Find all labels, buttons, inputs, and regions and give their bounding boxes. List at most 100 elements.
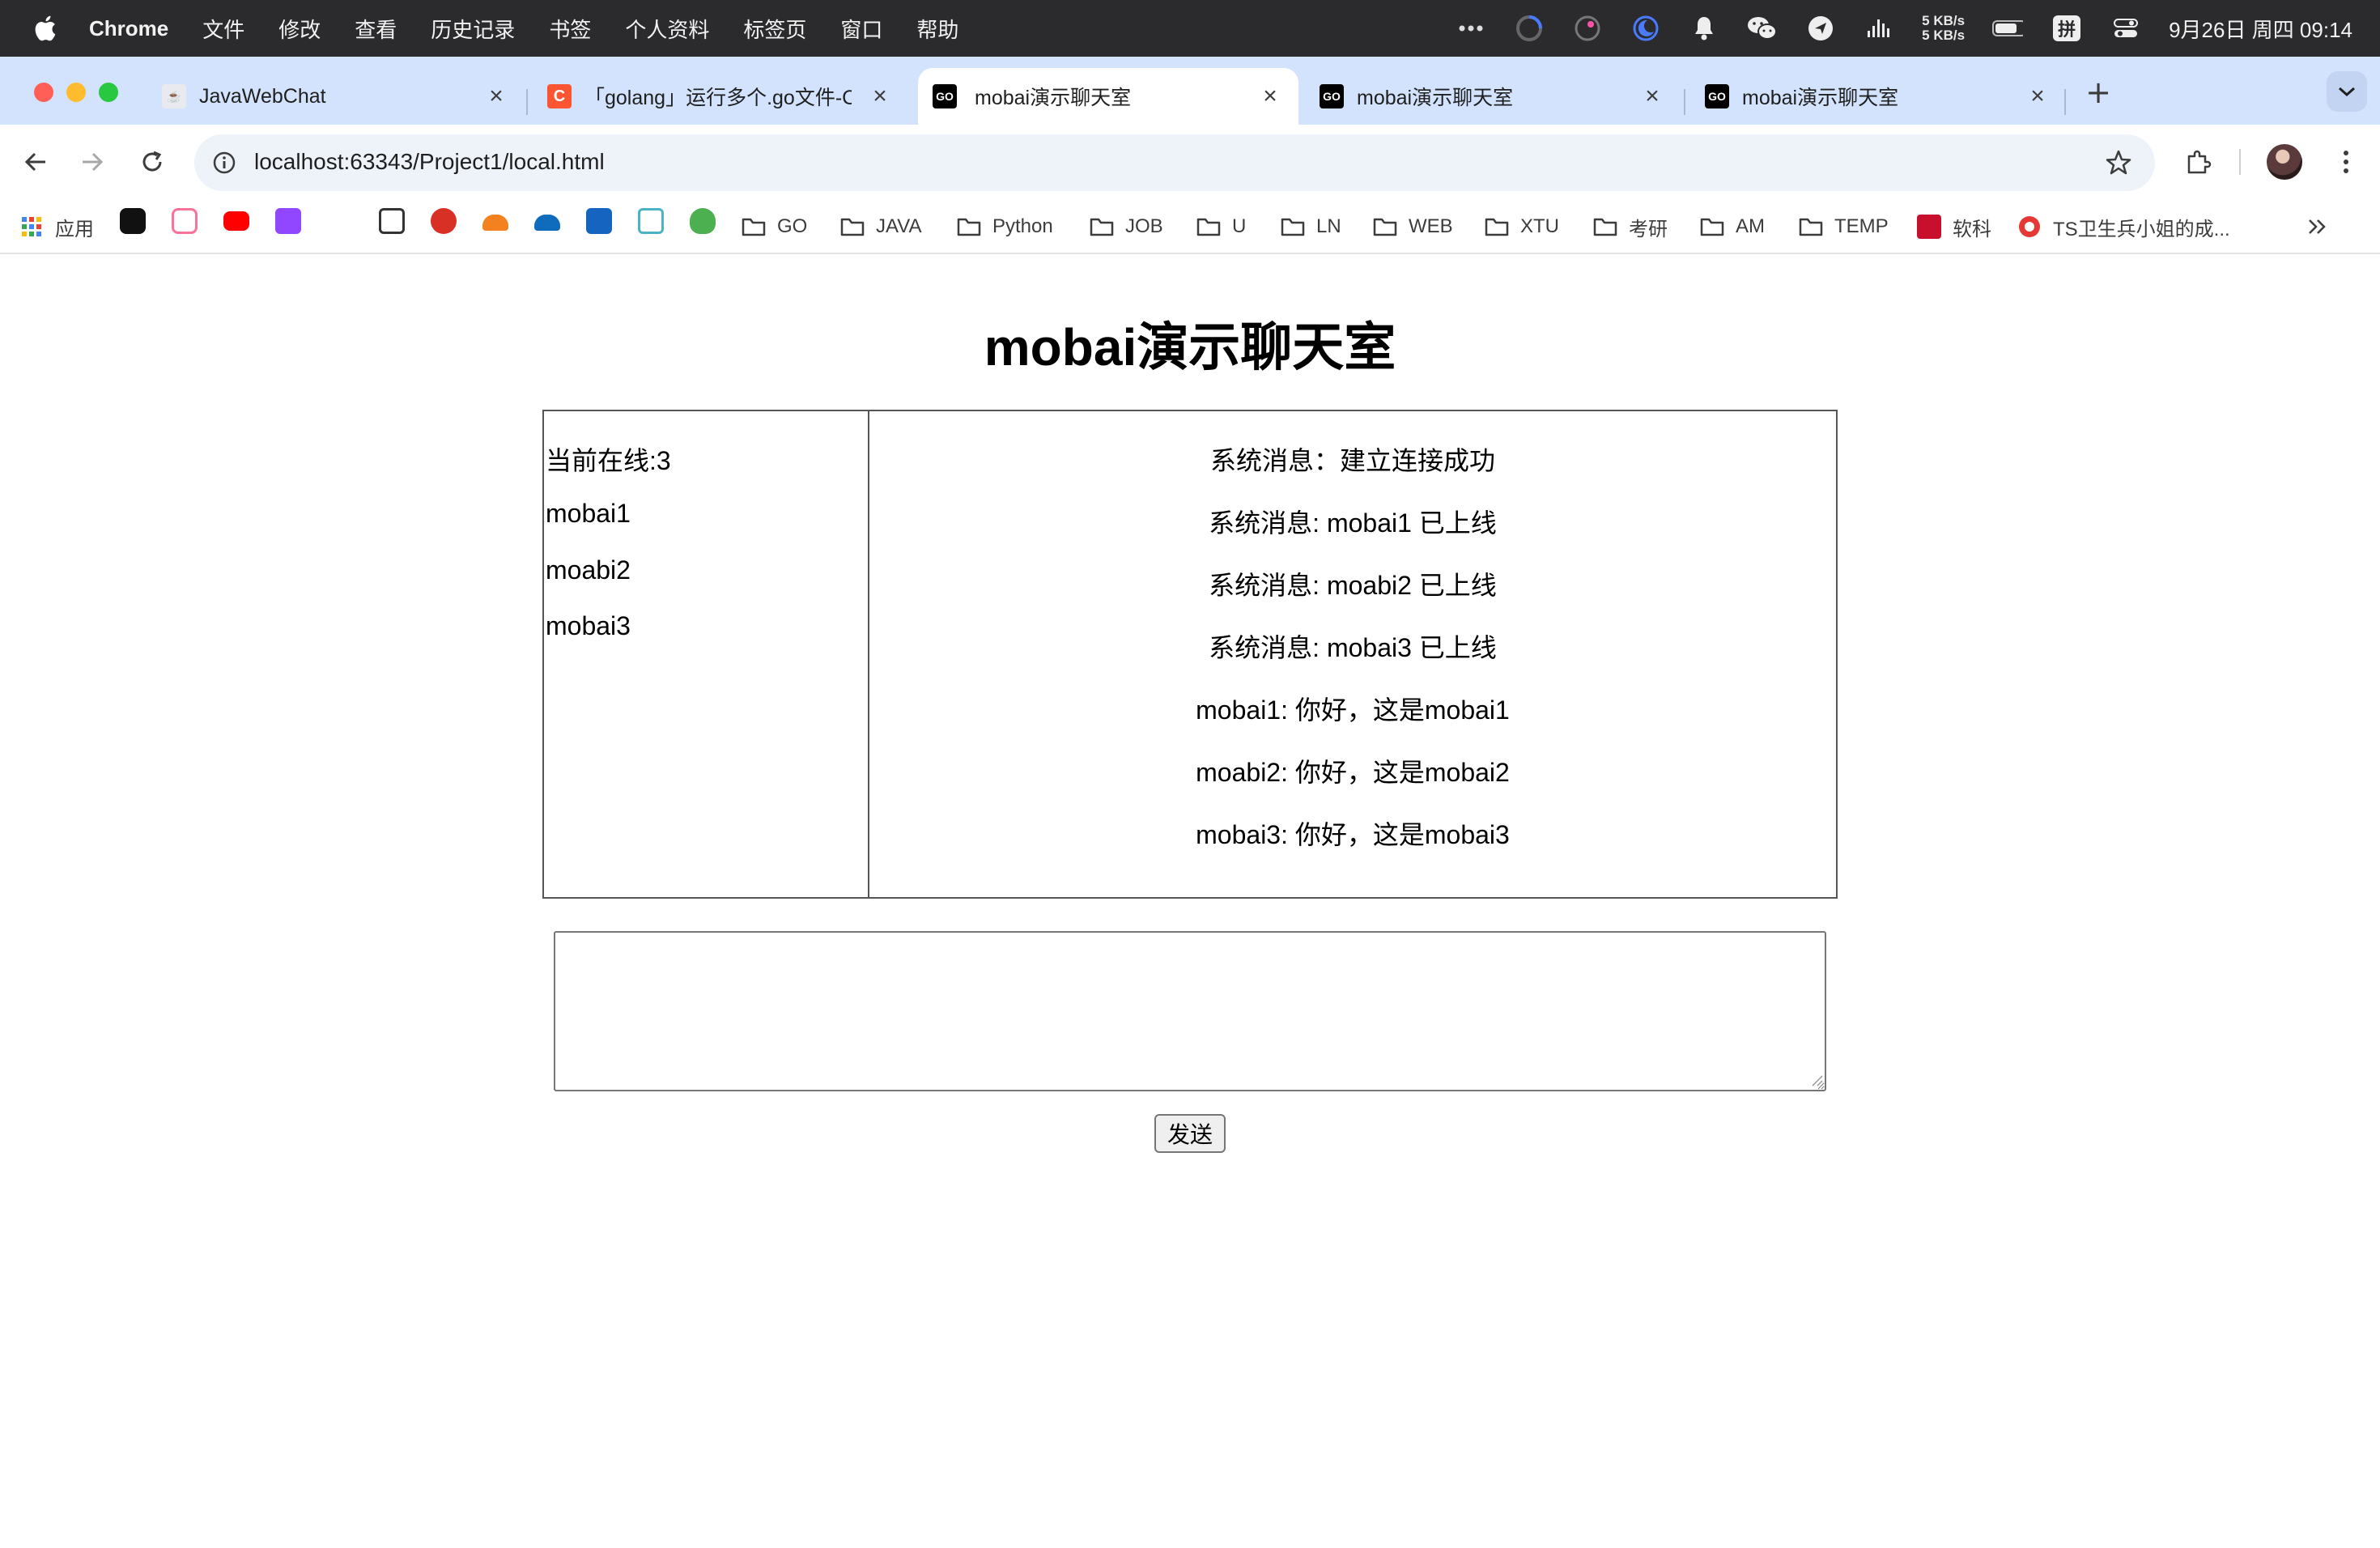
input-method-indicator[interactable]: 拼	[2051, 13, 2083, 44]
twitch-bookmark-icon[interactable]	[275, 208, 301, 234]
tab-mobai-chat-3[interactable]: GO mobai演示聊天室 ×	[1705, 68, 2051, 125]
bookmark-apps-label: 应用	[55, 218, 94, 240]
bookmark-folder-u[interactable]: U	[1196, 212, 1246, 241]
bilibili-bookmark-icon[interactable]	[172, 208, 198, 234]
site-info-icon[interactable]	[209, 147, 240, 178]
tab-close-icon[interactable]: ×	[1638, 83, 1666, 110]
onedrive-bookmark-icon[interactable]	[534, 215, 560, 231]
bookmark-folder-label: AM	[1736, 215, 1765, 237]
wechat-icon[interactable]	[1747, 13, 1778, 44]
ts-medic-icon	[2017, 215, 2042, 239]
folder-icon	[1593, 215, 1617, 239]
battery-icon[interactable]	[1992, 13, 2024, 44]
forward-arrow-icon[interactable]	[71, 141, 113, 183]
bell-icon[interactable]	[1689, 13, 1719, 44]
menu-file[interactable]: 文件	[202, 14, 244, 44]
message-input[interactable]	[554, 931, 1826, 1091]
bookmark-folder-python[interactable]: Python	[957, 212, 1053, 241]
bookmark-star-icon[interactable]	[2103, 147, 2134, 178]
online-user: mobai3	[546, 611, 631, 640]
toolbar-separator	[2239, 149, 2241, 175]
audio-bars-icon[interactable]	[1864, 13, 1894, 44]
menu-profile[interactable]: 个人资料	[625, 14, 709, 44]
window-close-button[interactable]	[34, 83, 53, 102]
tab-mobai-chat-active[interactable]: GO mobai演示聊天室 ×	[918, 68, 1298, 125]
tab-mobai-chat-2[interactable]: GO mobai演示聊天室 ×	[1320, 68, 1666, 125]
message-item: 系统消息: mobai1 已上线	[1209, 508, 1497, 538]
tab-golang-article[interactable]: C 「golang」运行多个.go文件-C ×	[547, 68, 894, 125]
bookmark-folder-label: XTU	[1520, 215, 1559, 237]
menu-app-chrome[interactable]: Chrome	[89, 16, 168, 41]
pi-bookmark-icon[interactable]	[431, 208, 457, 234]
folder-icon	[1281, 215, 1305, 239]
cloudflare-bookmark-icon[interactable]	[482, 215, 508, 231]
bookmark-folder-go[interactable]: GO	[742, 212, 807, 241]
focus-ring-icon[interactable]	[1572, 13, 1603, 44]
bookmark-folder-xtu[interactable]: XTU	[1485, 212, 1559, 241]
bookmark-folder-label: U	[1232, 215, 1247, 237]
send-arrow-icon[interactable]	[1805, 13, 1836, 44]
status-tray: 5 KB/s 5 KB/s 拼 9月26日 周四 09:14	[1456, 0, 2352, 57]
bookmark-ts-medic[interactable]: TS卫生兵小姐的成...	[2017, 212, 2230, 241]
menu-help[interactable]: 帮助	[916, 14, 958, 44]
bookmarks-overflow-chevron-icon[interactable]	[2307, 212, 2328, 241]
tab-close-icon[interactable]: ×	[866, 83, 894, 110]
folder-icon	[742, 215, 766, 239]
bookmark-folder-label: 考研	[1629, 218, 1668, 240]
tab-close-icon[interactable]: ×	[2024, 83, 2051, 110]
tab-close-icon[interactable]: ×	[482, 83, 510, 110]
leaf-bookmark-icon[interactable]	[690, 208, 716, 234]
message-item: moabi2: 你好，这是mobai2	[1196, 758, 1510, 787]
moon-ring-icon[interactable]	[1630, 13, 1661, 44]
bookmark-folder-java[interactable]: JAVA	[840, 212, 921, 241]
bookmark-folder-label: TEMP	[1834, 215, 1889, 237]
window-zoom-button[interactable]	[99, 83, 118, 102]
loading-ring-icon[interactable]	[1514, 13, 1545, 44]
network-speed: 5 KB/s 5 KB/s	[1922, 14, 1965, 43]
tab-title: mobai演示聊天室	[975, 87, 1132, 109]
openai-bookmark-icon[interactable]	[120, 208, 146, 234]
d-app-bookmark-icon[interactable]	[379, 208, 405, 234]
bookmark-folder-web[interactable]: WEB	[1373, 212, 1453, 241]
bookmark-folder-am[interactable]: AM	[1700, 212, 1765, 241]
bookmark-folder-label: LN	[1316, 215, 1341, 237]
extensions-puzzle-icon[interactable]	[2178, 141, 2220, 183]
online-user: mobai1	[546, 499, 631, 528]
resize-grip-icon[interactable]	[1810, 1074, 1823, 1087]
url-text[interactable]: localhost:63343/Project1/local.html	[254, 149, 605, 175]
back-arrow-icon[interactable]	[15, 141, 57, 183]
tab-search-chevron-icon[interactable]	[2327, 71, 2367, 112]
message-list: 系统消息：建立连接成功 系统消息: mobai1 已上线 系统消息: moabi…	[869, 411, 1836, 897]
bookmark-apps[interactable]: 应用	[19, 212, 94, 241]
more-dots-icon[interactable]	[1456, 13, 1486, 44]
bookmark-ruanke[interactable]: 软科	[1917, 212, 1991, 241]
bookmark-folder-temp[interactable]: TEMP	[1799, 212, 1889, 241]
menu-window[interactable]: 窗口	[840, 14, 882, 44]
online-users-pane: 当前在线:3 mobai1 moabi2 mobai3	[544, 411, 869, 897]
address-bar[interactable]: localhost:63343/Project1/local.html	[194, 134, 2155, 191]
menubar-clock[interactable]: 9月26日 周四 09:14	[2169, 14, 2352, 44]
window-minimize-button[interactable]	[66, 83, 86, 102]
macos-menubar: Chrome 文件 修改 查看 历史记录 书签 个人资料 标签页 窗口 帮助 5…	[0, 0, 2380, 57]
profile-avatar[interactable]	[2267, 144, 2302, 180]
menu-history[interactable]: 历史记录	[431, 14, 515, 44]
tab-close-icon[interactable]: ×	[1256, 83, 1284, 110]
youtube-bookmark-icon[interactable]	[223, 211, 249, 231]
control-center-icon[interactable]	[2110, 13, 2141, 44]
apple-logo-icon[interactable]	[32, 14, 57, 43]
bookmark-folder-kaoyan[interactable]: 考研	[1593, 212, 1668, 241]
shield-bookmark-icon[interactable]	[586, 208, 612, 234]
chrome-menu-kebab-icon[interactable]	[2325, 141, 2367, 183]
bookmark-folder-job[interactable]: JOB	[1090, 212, 1163, 241]
message-item: 系统消息: mobai3 已上线	[1209, 633, 1497, 662]
tab-javawebchat[interactable]: ☕ JavaWebChat ×	[162, 68, 510, 125]
send-button[interactable]: 发送	[1154, 1114, 1226, 1153]
menu-tab[interactable]: 标签页	[743, 14, 806, 44]
reload-icon[interactable]	[131, 141, 173, 183]
new-tab-plus-icon[interactable]: +	[2082, 74, 2114, 110]
menu-view[interactable]: 查看	[355, 14, 397, 44]
bookmark-folder-ln[interactable]: LN	[1281, 212, 1341, 241]
menu-bookmarks[interactable]: 书签	[549, 14, 591, 44]
menu-edit[interactable]: 修改	[278, 14, 321, 44]
triangle-bookmark-icon[interactable]	[638, 208, 664, 234]
